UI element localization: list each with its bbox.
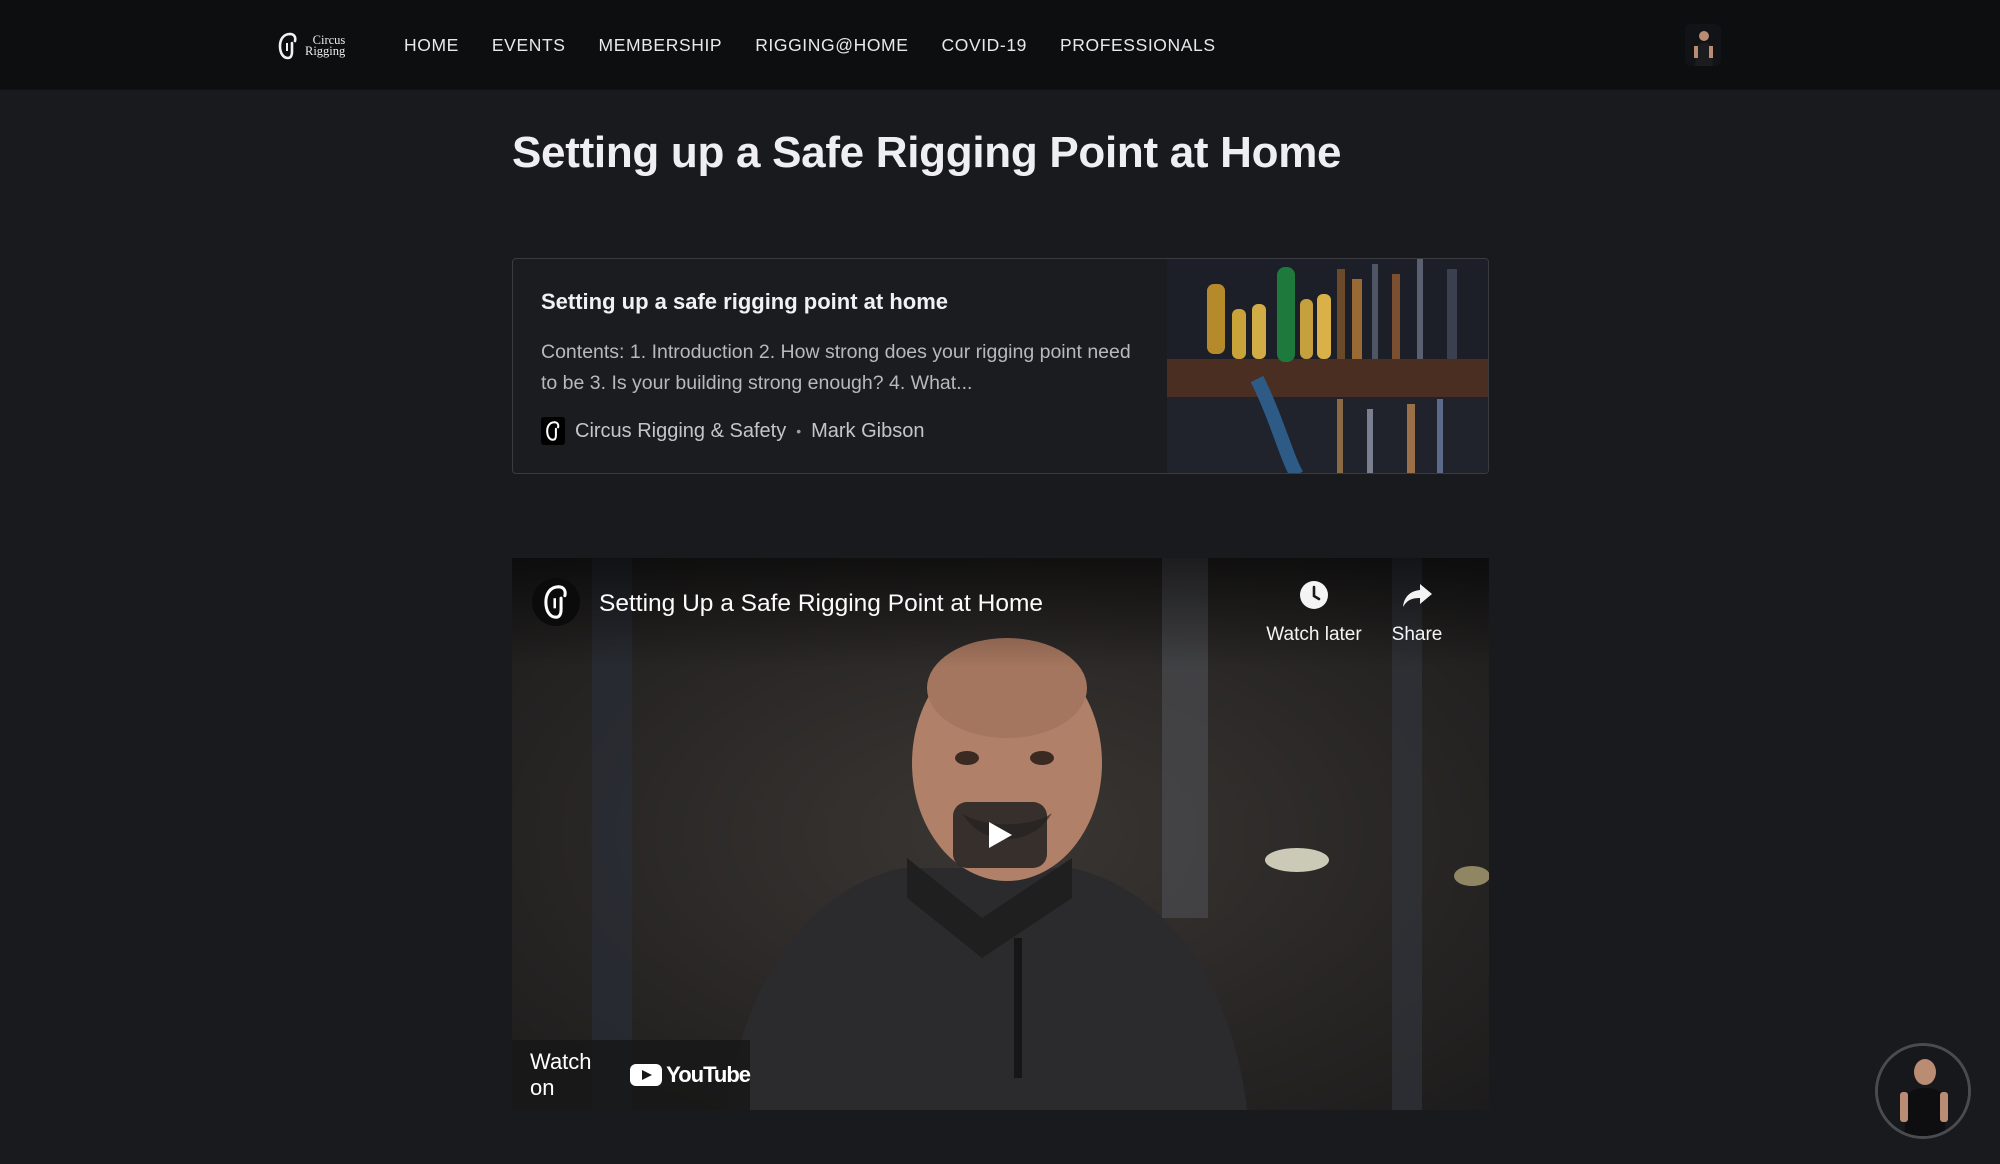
video-title[interactable]: Setting Up a Safe Rigging Point at Home [599,590,1043,618]
main-nav: HOME EVENTS MEMBERSHIP RIGGING@HOME COVI… [404,0,1249,90]
meta-separator: • [796,423,802,439]
nav-item-home[interactable]: HOME [404,35,459,56]
carabiner-icon [541,417,565,445]
share-label: Share [1391,624,1443,645]
watch-on-label: Watch on [530,1049,592,1100]
nav-item-covid-19[interactable]: COVID-19 [942,35,1028,56]
play-icon [989,822,1012,848]
channel-avatar[interactable] [532,578,580,626]
watch-later-label: Watch later [1266,624,1362,645]
nav-item-events[interactable]: EVENTS [492,35,566,56]
clock-icon [1300,581,1328,609]
person-photo-icon [1685,24,1721,66]
site-logo[interactable]: Circus Rigging [277,30,345,62]
page-title: Setting up a Safe Rigging Point at Home [512,128,1342,177]
share-arrow-icon [1403,584,1432,607]
nav-item-rigging-at-home[interactable]: RIGGING@HOME [755,35,908,56]
floating-chat-avatar[interactable] [1875,1043,1971,1139]
carabiner-icon [278,32,297,60]
person-photo-icon [1878,1046,1968,1136]
watch-on-youtube-link[interactable]: Watch on YouTube [512,1040,751,1110]
card-author: Mark Gibson [811,419,925,442]
logo-wordmark: Circus Rigging [305,34,346,58]
user-avatar[interactable] [1685,24,1721,66]
carabiner-icon [544,585,567,619]
youtube-embed[interactable]: Setting Up a Safe Rigging Point at Home … [512,558,1489,1110]
watch-later-button[interactable]: Watch later [1262,578,1366,646]
share-button[interactable]: Share [1382,578,1452,646]
card-body: Setting up a safe rigging point at home … [513,259,1167,473]
logo-line-2: Rigging [305,44,346,58]
nav-item-professionals[interactable]: PROFESSIONALS [1060,35,1216,56]
card-description: Contents: 1. Introduction 2. How strong … [541,341,1131,394]
card-site-name: Circus Rigging & Safety [575,419,787,442]
play-button[interactable] [953,802,1047,868]
card-title: Setting up a safe rigging point at home [541,289,949,314]
youtube-wordmark: YouTube [666,1062,751,1087]
card-thumbnail-tools-image [1167,259,1488,473]
nav-item-membership[interactable]: MEMBERSHIP [599,35,723,56]
top-navbar: Circus Rigging HOME EVENTS MEMBERSHIP RI… [0,0,2000,90]
youtube-logo: YouTube [630,1062,751,1088]
link-preview-card[interactable]: Setting up a safe rigging point at home … [512,258,1489,474]
card-meta: Circus Rigging & Safety • Mark Gibson [541,417,1139,445]
tools-photo [1167,259,1488,473]
youtube-play-icon [630,1064,663,1086]
